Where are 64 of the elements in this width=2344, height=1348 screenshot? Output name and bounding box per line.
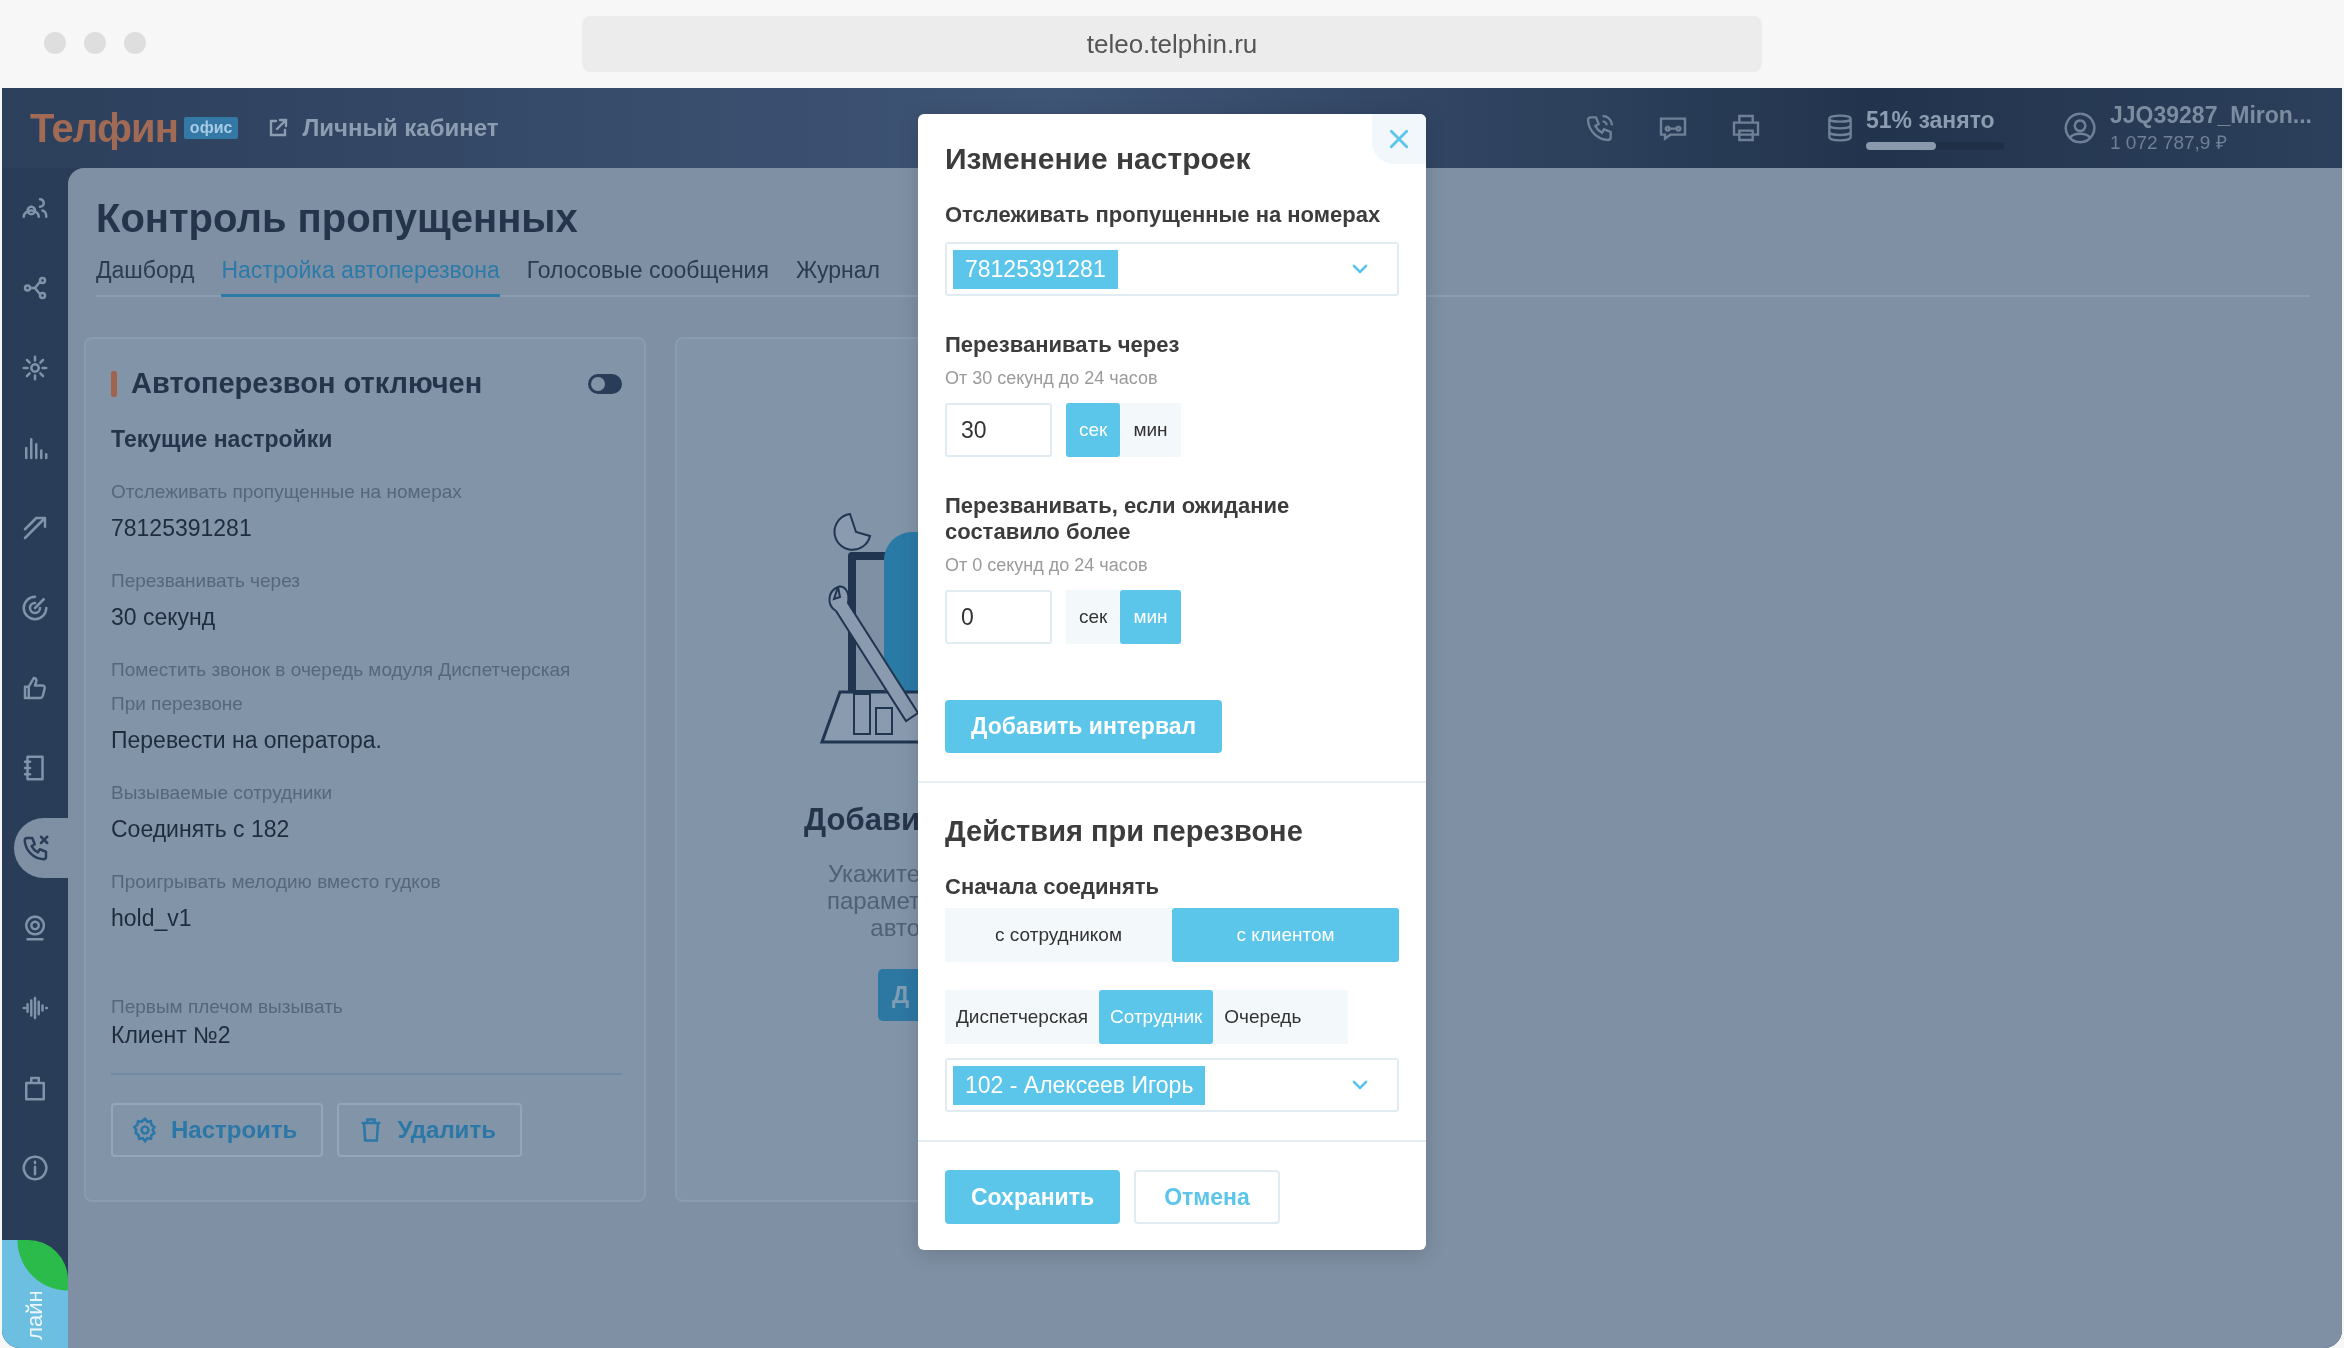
unit-option[interactable]: мин — [1120, 403, 1181, 457]
toggle-switch[interactable] — [588, 373, 622, 394]
unit-option[interactable]: мин — [1120, 590, 1181, 644]
section-title: Текущие настройки — [111, 426, 334, 453]
field-value: 30 секунд — [111, 604, 217, 631]
status-marker — [111, 370, 117, 397]
field-label: Сначала соединять — [945, 874, 1161, 900]
online-status-badge[interactable]: лайн — [2, 1240, 68, 1348]
numbers-select[interactable]: 78125391281 — [945, 242, 1399, 296]
field-hint: От 0 секунд до 24 часов — [945, 555, 1149, 576]
employee-tag[interactable]: 102 - Алексеев Игорь — [953, 1065, 1206, 1105]
sidebar-item[interactable] — [14, 818, 68, 878]
add-button[interactable]: Д — [878, 969, 920, 1021]
close-button[interactable] — [1372, 114, 1426, 164]
card-title: Автоперезвон отключен — [131, 367, 483, 400]
page-title: Контроль пропущенных — [96, 196, 578, 241]
dialog-title: Изменение настроек — [945, 141, 1252, 176]
printer-icon[interactable] — [1730, 112, 1762, 144]
tab[interactable]: Дашборд — [96, 257, 195, 297]
field-label: Перезванивать через — [945, 332, 1181, 358]
chevron-down-icon — [1351, 1079, 1369, 1091]
account-balance: 1 072 787,9 ₽ — [2110, 130, 2228, 155]
tab[interactable]: Настройка автоперезвона — [221, 257, 500, 297]
card-title: Добави — [804, 802, 920, 838]
target-option[interactable]: Очередь — [1213, 990, 1313, 1044]
target-option[interactable]: Диспетчерская — [945, 990, 1100, 1044]
cabinet-link[interactable]: Личный кабинет — [266, 114, 499, 142]
info-icon — [20, 1153, 50, 1183]
section-title: Действия при перезвоне — [945, 814, 1304, 848]
phone-cross-icon — [21, 833, 51, 863]
phone-icon[interactable] — [1584, 112, 1616, 144]
tab[interactable]: Голосовые сообщения — [526, 257, 769, 297]
delete-button[interactable]: Удалить — [337, 1103, 522, 1157]
field-value: 78125391281 — [111, 515, 253, 542]
add-interval-button[interactable]: Добавить интервал — [945, 700, 1223, 753]
logo-badge: офис — [183, 117, 239, 139]
storage-label: 51% занято — [1866, 106, 1996, 134]
unit-option[interactable]: сек — [1066, 403, 1121, 457]
number-input[interactable]: 0 — [945, 590, 1052, 644]
account-name[interactable]: JJQ39287_Miron... — [2110, 101, 2312, 129]
target-option[interactable]: Сотрудник — [1099, 990, 1214, 1044]
user-icon[interactable] — [2062, 110, 2098, 146]
close-icon — [1388, 128, 1410, 150]
connect-option[interactable]: с сотрудником — [945, 908, 1172, 962]
field-label: Перезванивать, если ожидание составило более — [945, 493, 1291, 545]
connect-option[interactable]: с клиентом — [1172, 908, 1399, 962]
tab[interactable]: Журнал — [795, 257, 880, 297]
field-value: Перевести на оператора. — [111, 727, 383, 754]
field-label: Отслеживать пропущенные на номерах — [945, 202, 1382, 228]
save-button[interactable]: Сохранить — [945, 1170, 1121, 1224]
settings-button[interactable]: Настроить — [111, 1103, 324, 1157]
number-input[interactable]: 30 — [945, 403, 1052, 457]
field-value: hold_v1 — [111, 905, 193, 932]
target-icon — [20, 593, 50, 623]
logo[interactable]: Телфин — [30, 105, 178, 151]
chevron-down-icon — [1351, 263, 1369, 275]
field-value: Соединять с 182 — [111, 816, 291, 843]
field-value: Клиент №2 — [111, 1022, 232, 1049]
unit-option[interactable]: сек — [1066, 590, 1121, 644]
number-tag[interactable]: 78125391281 — [953, 249, 1118, 289]
cancel-button[interactable]: Отмена — [1134, 1170, 1280, 1224]
address-bar[interactable]: teleo.telphin.ru — [582, 16, 1762, 72]
employee-select[interactable]: 102 - Алексеев Игорь — [945, 1058, 1399, 1112]
field-hint: От 30 секунд до 24 часов — [945, 368, 1159, 389]
